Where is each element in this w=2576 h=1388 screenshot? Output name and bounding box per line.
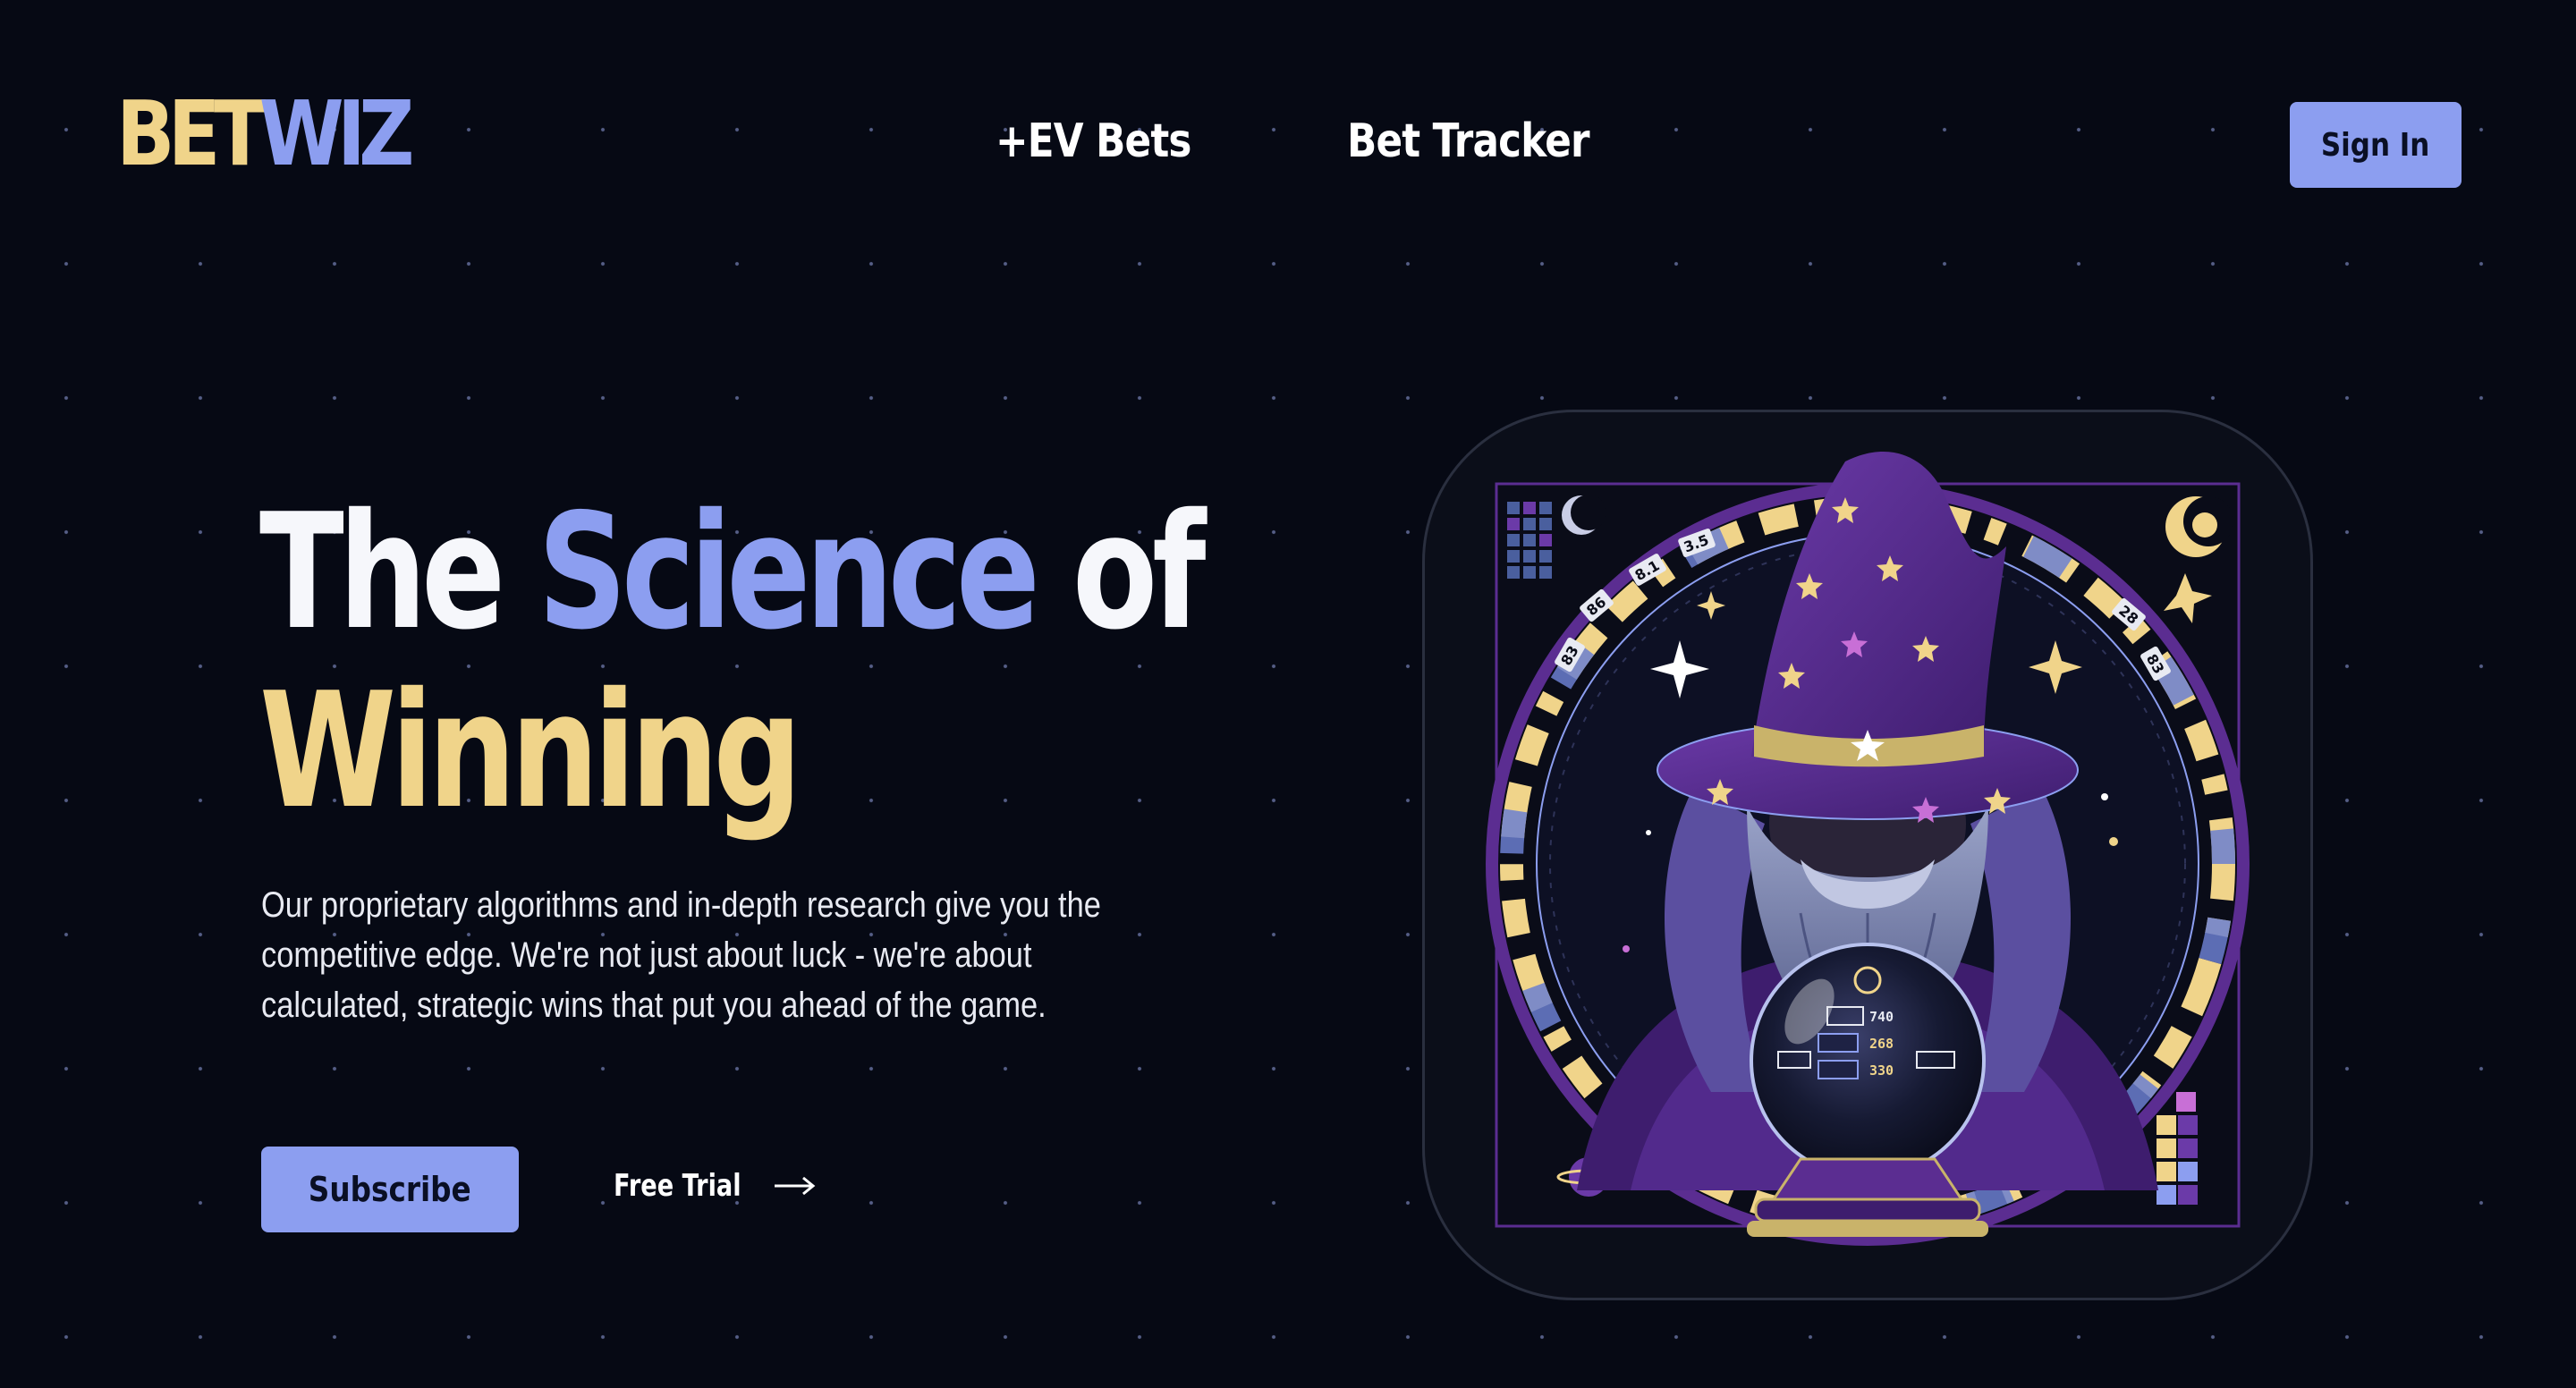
wizard-illustration: 86 83 8.1 3.5 28 83 740 268 330 — [1486, 451, 2250, 1246]
hero-title: The Science of Winning — [259, 483, 1206, 843]
free-trial-label: Free Trial — [614, 1168, 741, 1204]
logo-wiz: WIZ — [258, 81, 415, 186]
nav-bet-tracker[interactable]: Bet Tracker — [1347, 114, 1590, 168]
svg-text:740: 740 — [1869, 1009, 1894, 1025]
landing-page: BETWIZ +EV Bets Bet Tracker Sign In The … — [0, 0, 2576, 1388]
hero-title-word-winning: Winning — [259, 658, 802, 843]
crystal-ball-pedestal — [1771, 1157, 1964, 1201]
logo[interactable]: BETWIZ — [116, 89, 414, 179]
arrow-right-icon — [775, 1176, 816, 1196]
hero-description: Our proprietary algorithms and in-depth … — [261, 885, 1101, 1025]
sign-in-button[interactable]: Sign In — [2290, 102, 2462, 188]
svg-text:268: 268 — [1869, 1036, 1894, 1052]
free-trial-link[interactable]: Free Trial — [614, 1168, 816, 1204]
nav-ev-bets[interactable]: +EV Bets — [996, 114, 1191, 168]
subscribe-button[interactable]: Subscribe — [261, 1147, 519, 1232]
crystal-ball — [1750, 943, 1986, 1179]
svg-text:330: 330 — [1869, 1062, 1894, 1079]
left-tile-column — [1507, 502, 1552, 579]
wizard-illustration-frame: 86 83 8.1 3.5 28 83 740 268 330 — [1422, 410, 2313, 1300]
hero-title-word-of: of — [1072, 479, 1207, 664]
hero-title-word-science: Science — [538, 479, 1040, 664]
hero-title-word-the: The — [259, 479, 505, 664]
sign-in-label: Sign In — [2321, 126, 2430, 164]
logo-bet: BET — [116, 81, 266, 186]
subscribe-label: Subscribe — [309, 1170, 471, 1209]
